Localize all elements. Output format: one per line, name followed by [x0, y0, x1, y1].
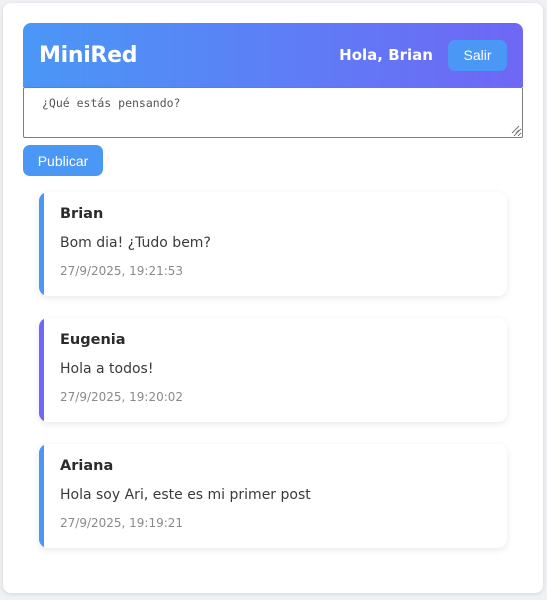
- post-timestamp: 27/9/2025, 19:21:53: [60, 264, 184, 278]
- post-input[interactable]: [23, 87, 523, 138]
- publish-button[interactable]: Publicar: [23, 145, 103, 176]
- user-greeting: Hola, Brian: [339, 46, 433, 64]
- app-container: MiniRed Hola, Brian Salir Publicar Brian…: [3, 3, 543, 593]
- post-timestamp: 27/9/2025, 19:20:02: [60, 390, 184, 404]
- post-author: Eugenia: [60, 332, 126, 348]
- post-card: Ariana Hola soy Ari, este es mi primer p…: [39, 444, 507, 548]
- post-author: Ariana: [60, 458, 114, 474]
- post-card: Brian Bom dia! ¿Tudo bem? 27/9/2025, 19:…: [39, 192, 507, 296]
- post-accent-bar: [39, 444, 44, 548]
- user-area: Hola, Brian Salir: [339, 39, 507, 71]
- post-card: Eugenia Hola a todos! 27/9/2025, 19:20:0…: [39, 318, 507, 422]
- resize-handle-icon[interactable]: [510, 124, 520, 134]
- post-content: Bom dia! ¿Tudo bem?: [60, 235, 211, 251]
- post-content: Hola a todos!: [60, 361, 154, 377]
- post-author: Brian: [60, 206, 104, 222]
- post-feed: Brian Bom dia! ¿Tudo bem? 27/9/2025, 19:…: [39, 192, 507, 570]
- app-header: MiniRed Hola, Brian Salir: [23, 23, 523, 87]
- post-accent-bar: [39, 318, 44, 422]
- brand-logo: MiniRed: [39, 42, 138, 68]
- post-accent-bar: [39, 192, 44, 296]
- post-content: Hola soy Ari, este es mi primer post: [60, 487, 311, 503]
- logout-button[interactable]: Salir: [448, 39, 507, 71]
- post-timestamp: 27/9/2025, 19:19:21: [60, 516, 184, 530]
